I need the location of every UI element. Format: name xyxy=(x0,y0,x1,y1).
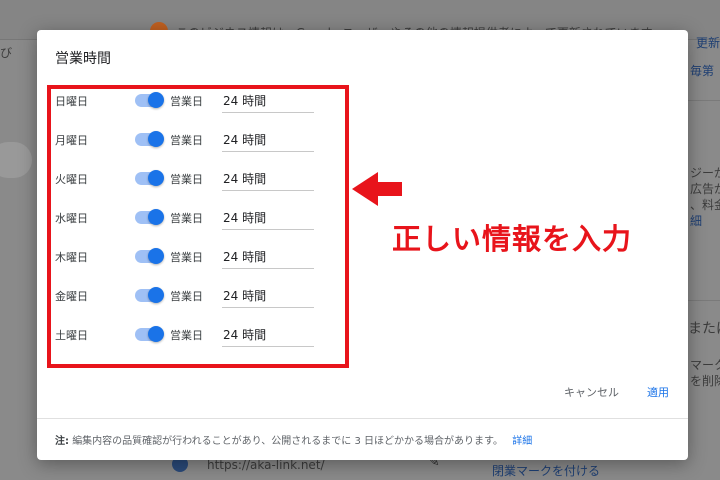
details-link[interactable]: 詳細 xyxy=(512,436,532,447)
cancel-button[interactable]: キャンセル xyxy=(564,384,619,400)
annotation-text: 正しい情報を入力 xyxy=(392,222,633,256)
background-right-lower-0: または xyxy=(688,321,720,337)
background-update-link[interactable]: 更新 xyxy=(696,34,720,51)
background-mark-closed-link[interactable]: 閉業マークを付ける xyxy=(492,462,600,479)
footer-note-text: 編集内容の品質確認が行われることがあり、公開されるまでに 3 日ほどかかる場合が… xyxy=(72,436,504,447)
background-right-mid-2: 、料金 xyxy=(690,198,720,212)
background-right-mid-3[interactable]: 細 xyxy=(690,212,702,229)
background-divider-2 xyxy=(688,300,720,301)
apply-button[interactable]: 適用 xyxy=(647,384,669,400)
footer-note: 注: 編集内容の品質確認が行われることがあり、公開されるまでに 3 日ほどかかる… xyxy=(55,432,532,447)
annotation-arrow-icon xyxy=(352,172,378,206)
background-right-top-text: 毎第 xyxy=(690,64,715,78)
background-website-url: https://aka-link.net/ xyxy=(207,458,325,472)
background-right-mid-1: 広告が xyxy=(690,182,720,196)
background-left-fragment: び xyxy=(0,46,13,60)
background-divider xyxy=(688,100,720,101)
annotation-highlight-box xyxy=(47,85,349,368)
footer-note-label: 注: xyxy=(55,436,69,447)
background-right-mid-0: ジーが xyxy=(690,166,720,180)
background-right-lower-1: マークを xyxy=(690,358,720,372)
footer-divider xyxy=(37,418,688,419)
background-right-lower-2: を削除 xyxy=(690,374,720,388)
dialog-title: 営業時間 xyxy=(55,51,111,67)
annotation-arrow-shaft xyxy=(377,182,402,196)
background-nav-item xyxy=(0,142,32,178)
